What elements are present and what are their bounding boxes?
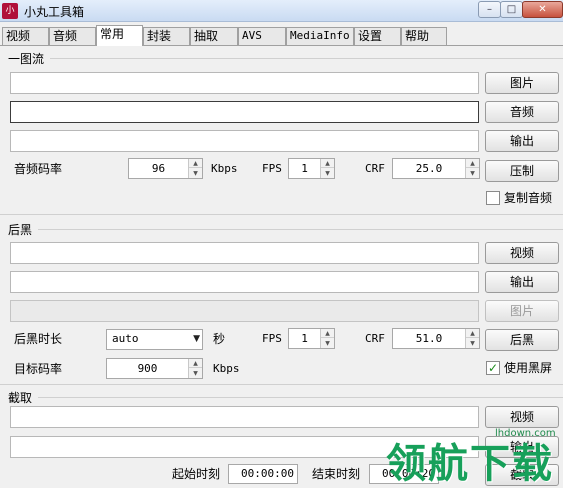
section-divider: [50, 58, 563, 59]
spin-down-icon[interactable]: ▼: [321, 339, 334, 348]
copy-audio-checkbox[interactable]: [486, 191, 500, 205]
end-time-label: 结束时刻: [312, 467, 361, 481]
tab-avs[interactable]: AVS: [238, 27, 286, 45]
video-path-input[interactable]: [10, 406, 479, 428]
crf-stepper[interactable]: 25.0 ▲ ▼: [392, 158, 480, 179]
image-path-input-disabled: [10, 300, 479, 322]
use-black-screen-checkbox[interactable]: ✓: [486, 361, 500, 375]
select-video-button[interactable]: 视频: [485, 406, 559, 428]
tab-divider: [0, 45, 563, 46]
spin-down-icon[interactable]: ▼: [189, 369, 202, 378]
watermark-url: lhdown.com: [495, 428, 556, 439]
window-title: 小丸工具箱: [24, 5, 85, 19]
tab-audio[interactable]: 音频: [49, 27, 96, 45]
section-divider: [0, 214, 563, 215]
spin-up-icon[interactable]: ▲: [466, 159, 479, 168]
copy-audio-label: 复制音频: [504, 191, 553, 205]
spin-up-icon[interactable]: ▲: [321, 329, 334, 338]
start-time-input[interactable]: 00:00:00: [228, 464, 298, 484]
post-black-button[interactable]: 后黑: [485, 329, 559, 351]
target-bitrate-label: 目标码率: [14, 362, 63, 376]
compress-button[interactable]: 压制: [485, 160, 559, 182]
section-title-cut: 截取: [8, 391, 33, 405]
tab-extract[interactable]: 抽取: [190, 27, 238, 45]
crf-label: CRF: [365, 162, 385, 175]
section-divider: [0, 384, 563, 385]
section-divider: [38, 229, 563, 230]
video-path-input[interactable]: [10, 242, 479, 264]
maximize-button[interactable]: □: [500, 1, 523, 18]
kbps-unit-label: Kbps: [213, 362, 240, 375]
select-image-button-disabled: 图片: [485, 300, 559, 322]
target-bitrate-value: 900: [137, 362, 158, 375]
minimize-button[interactable]: –: [478, 1, 501, 18]
close-button[interactable]: ✕: [522, 1, 563, 18]
select-image-button[interactable]: 图片: [485, 72, 559, 94]
output-path-input[interactable]: [10, 130, 479, 152]
seconds-unit-label: 秒: [213, 332, 226, 346]
spin-up-icon[interactable]: ▲: [189, 159, 202, 168]
tab-common[interactable]: 常用: [96, 25, 143, 46]
fps-value: 1: [301, 162, 308, 175]
spin-down-icon[interactable]: ▼: [466, 169, 479, 178]
app-icon: 小: [2, 3, 18, 19]
image-path-input[interactable]: [10, 72, 479, 94]
fps-value: 1: [301, 332, 308, 345]
section-title-single-image: 一图流: [8, 52, 45, 66]
fps-stepper[interactable]: 1 ▲ ▼: [288, 328, 335, 349]
chevron-down-icon[interactable]: ▼: [193, 334, 200, 344]
audio-path-input[interactable]: [10, 101, 479, 123]
spin-down-icon[interactable]: ▼: [189, 169, 202, 178]
spin-up-icon[interactable]: ▲: [466, 329, 479, 338]
black-duration-value: auto: [112, 332, 139, 345]
spin-up-icon[interactable]: ▲: [189, 359, 202, 368]
section-title-post-black: 后黑: [8, 223, 33, 237]
audio-bitrate-stepper[interactable]: 96 ▲ ▼: [128, 158, 203, 179]
tab-video[interactable]: 视频: [2, 27, 49, 45]
tab-help[interactable]: 帮助: [401, 27, 447, 45]
tab-bar: 视频 音频 常用 封装 抽取 AVS MediaInfo 设置 帮助: [0, 25, 563, 46]
select-video-button[interactable]: 视频: [485, 242, 559, 264]
output-path-input[interactable]: [10, 271, 479, 293]
kbps-unit-label: Kbps: [211, 162, 238, 175]
target-bitrate-stepper[interactable]: 900 ▲ ▼: [106, 358, 203, 379]
audio-bitrate-label: 音频码率: [14, 162, 63, 176]
select-audio-button[interactable]: 音频: [485, 101, 559, 123]
tab-mux[interactable]: 封装: [143, 27, 190, 45]
crf-value: 25.0: [415, 162, 443, 175]
watermark: lhdown.com 领航下载: [382, 428, 563, 488]
crf-value: 51.0: [415, 332, 443, 345]
fps-stepper[interactable]: 1 ▲ ▼: [288, 158, 335, 179]
title-bar: 小 小丸工具箱 – □ ✕: [0, 0, 563, 22]
audio-bitrate-value: 96: [151, 162, 166, 175]
select-output-button[interactable]: 输出: [485, 271, 559, 293]
watermark-text: 领航下载: [386, 441, 554, 487]
fps-label: FPS: [262, 162, 282, 175]
spin-down-icon[interactable]: ▼: [321, 169, 334, 178]
fps-label: FPS: [262, 332, 282, 345]
section-divider: [38, 397, 563, 398]
crf-label: CRF: [365, 332, 385, 345]
tab-settings[interactable]: 设置: [354, 27, 401, 45]
spin-up-icon[interactable]: ▲: [321, 159, 334, 168]
crf-stepper[interactable]: 51.0 ▲ ▼: [392, 328, 480, 349]
black-duration-label: 后黑时长: [14, 332, 63, 346]
black-duration-select[interactable]: auto ▼: [106, 329, 203, 350]
spin-down-icon[interactable]: ▼: [466, 339, 479, 348]
use-black-screen-label: 使用黑屏: [504, 361, 553, 375]
tab-mediainfo[interactable]: MediaInfo: [286, 27, 354, 45]
start-time-label: 起始时刻: [172, 467, 221, 481]
select-output-button[interactable]: 输出: [485, 130, 559, 152]
